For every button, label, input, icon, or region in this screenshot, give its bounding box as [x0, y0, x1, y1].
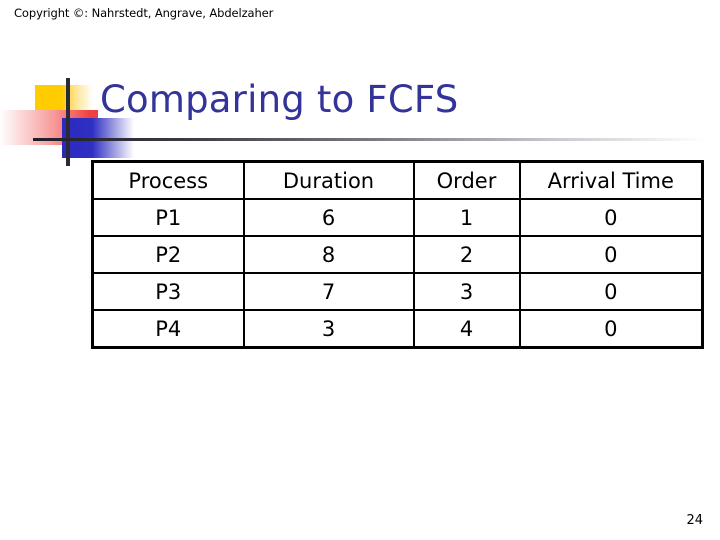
process-table: Process Duration Order Arrival Time P1 6… [91, 160, 704, 349]
cell-duration: 6 [242, 198, 415, 237]
column-header-process: Process [91, 160, 245, 200]
decor-red-square [0, 110, 98, 145]
cell-duration: 8 [242, 235, 415, 274]
table-row: P2 8 2 0 [91, 235, 704, 274]
slide-canvas: Copyright ©: Nahrstedt, Angrave, Abdelza… [0, 0, 720, 540]
decor-vertical-bar [66, 78, 70, 166]
table-row: P3 7 3 0 [91, 272, 704, 311]
cell-arrival: 0 [518, 198, 704, 237]
table-row: P1 6 1 0 [91, 198, 704, 237]
page-number: 24 [686, 513, 703, 528]
cell-arrival: 0 [518, 235, 704, 274]
cell-arrival: 0 [518, 309, 704, 349]
table-row: P4 3 4 0 [91, 309, 704, 349]
column-header-arrival-time: Arrival Time [518, 160, 704, 200]
cell-process: P4 [91, 309, 245, 349]
cell-process: P1 [91, 198, 245, 237]
cell-process: P3 [91, 272, 245, 311]
cell-order: 4 [412, 309, 521, 349]
cell-order: 3 [412, 272, 521, 311]
cell-arrival: 0 [518, 272, 704, 311]
copyright-notice: Copyright ©: Nahrstedt, Angrave, Abdelza… [14, 6, 274, 20]
table-header-row: Process Duration Order Arrival Time [91, 160, 704, 200]
cell-order: 1 [412, 198, 521, 237]
cell-duration: 3 [242, 309, 415, 349]
process-table-container: Process Duration Order Arrival Time P1 6… [91, 160, 704, 349]
page-title: Comparing to FCFS [100, 78, 459, 121]
column-header-duration: Duration [242, 160, 415, 200]
cell-duration: 7 [242, 272, 415, 311]
decor-yellow-square [35, 85, 93, 123]
cell-process: P2 [91, 235, 245, 274]
decor-blue-square [62, 118, 134, 158]
cell-order: 2 [412, 235, 521, 274]
column-header-order: Order [412, 160, 521, 200]
decor-horizontal-rule [33, 138, 705, 141]
